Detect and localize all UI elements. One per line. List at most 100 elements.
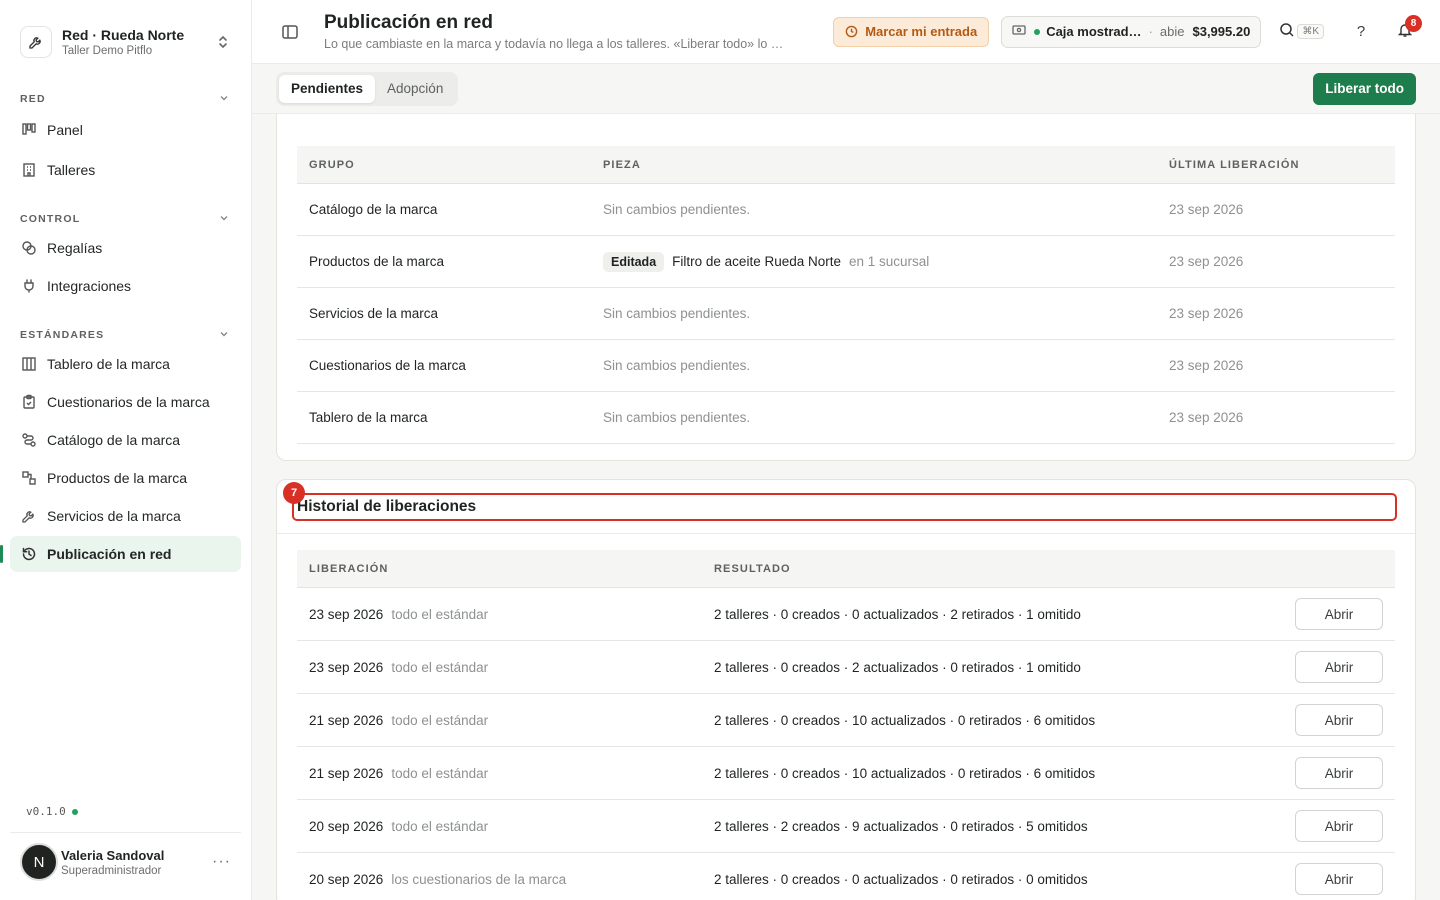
sidebar-item-talleres[interactable]: Talleres xyxy=(10,152,241,188)
annotation-marker: 7 xyxy=(283,482,305,504)
tab-pendientes[interactable]: Pendientes xyxy=(279,74,376,103)
sidebar-item-label: Productos de la marca xyxy=(47,470,188,486)
cash-register-selector[interactable]: Caja mostrad… · abie $3,995.20 xyxy=(1001,15,1262,48)
row-date: 23 sep 2026 xyxy=(1169,306,1244,321)
sidebar-item-productos[interactable]: Productos de la marca xyxy=(10,460,241,496)
sidebar-item-integraciones[interactable]: Integraciones xyxy=(10,268,241,304)
row-piece: Sin cambios pendientes. xyxy=(603,358,751,373)
table-row: 21 sep 2026 todo el estándar 2 talleres ·… xyxy=(297,694,1395,747)
release-result: 2 talleres · 0 creados · 10 actualizados… xyxy=(714,765,1096,781)
sidebar-item-cuestionarios[interactable]: Cuestionarios de la marca xyxy=(10,384,241,420)
release-date: 20 sep 2026 xyxy=(309,871,384,887)
row-piece: Sin cambios pendientes. xyxy=(603,202,751,217)
search-button[interactable]: ⌘K xyxy=(1279,17,1324,47)
table-header: LIBERACIÓN RESULTADO xyxy=(297,550,1395,588)
table-row: Cuestionarios de la marca Sin cambios pe… xyxy=(297,340,1395,392)
sidebar-item-label: Servicios de la marca xyxy=(47,508,181,524)
table-row: 20 sep 2026 los cuestionarios de la marca… xyxy=(297,853,1395,900)
column-header-last-release: ÚLTIMA LIBERACIÓN xyxy=(1169,158,1300,171)
more-horizontal-icon[interactable]: ··· xyxy=(212,853,231,871)
open-button[interactable]: Abrir xyxy=(1295,810,1383,842)
nav-section-estandares: ESTÁNDARES Tablero de la marca Cuestiona… xyxy=(0,326,251,572)
row-group: Catálogo de la marca xyxy=(309,202,438,217)
open-button[interactable]: Abrir xyxy=(1295,863,1383,895)
history-icon xyxy=(20,545,38,563)
row-group: Productos de la marca xyxy=(309,254,445,269)
release-result: 2 talleres · 0 creados · 2 actualizados … xyxy=(714,659,1081,675)
cash-name: Caja mostrad… xyxy=(1046,24,1142,39)
sidebar-item-panel[interactable]: Panel xyxy=(10,112,241,148)
release-scope: todo el estándar xyxy=(391,818,489,834)
nav-section-label: RED xyxy=(20,93,46,105)
sidebar-item-label: Publicación en red xyxy=(47,546,172,562)
row-date: 23 sep 2026 xyxy=(1169,358,1244,373)
wrench-icon xyxy=(20,26,52,58)
version-text: v0.1.0 xyxy=(26,805,66,818)
nav-section-header[interactable]: RED xyxy=(0,90,251,108)
user-menu[interactable]: N Valeria Sandoval Superadministrador ··… xyxy=(10,832,241,881)
tab-adopcion[interactable]: Adopción xyxy=(375,75,455,103)
route-icon xyxy=(20,431,38,449)
chevron-down-icon xyxy=(219,329,229,342)
table-row: Productos de la marca Editada Filtro de … xyxy=(297,236,1395,288)
table-row: 23 sep 2026 todo el estándar 2 talleres ·… xyxy=(297,641,1395,694)
column-header-piece: PIEZA xyxy=(603,158,641,171)
help-button[interactable]: ? xyxy=(1346,17,1376,47)
separator: · xyxy=(1148,24,1153,39)
row-group: Cuestionarios de la marca xyxy=(309,358,466,373)
row-date: 23 sep 2026 xyxy=(1169,202,1244,217)
notification-count-badge: 8 xyxy=(1405,14,1422,32)
row-group: Servicios de la marca xyxy=(309,306,439,321)
open-button[interactable]: Abrir xyxy=(1295,757,1383,789)
sidebar-item-publicacion[interactable]: Publicación en red xyxy=(0,536,241,572)
sidebar-item-servicios[interactable]: Servicios de la marca xyxy=(10,498,241,534)
sidebar-item-label: Panel xyxy=(47,122,83,138)
release-date: 23 sep 2026 xyxy=(309,659,384,675)
mark-entry-label: Marcar mi entrada xyxy=(865,24,978,39)
page-title: Publicación en red xyxy=(324,12,493,33)
topbar: Publicación en red Lo que cambiaste en l… xyxy=(252,0,1440,64)
status-dot xyxy=(1034,28,1041,35)
version-label: v0.1.0 xyxy=(26,805,78,818)
sidebar-item-label: Talleres xyxy=(47,162,96,178)
sidebar-item-label: Catálogo de la marca xyxy=(47,432,181,448)
release-all-button[interactable]: Liberar todo xyxy=(1313,72,1416,105)
table-row: Tablero de la marca Sin cambios pendient… xyxy=(297,392,1395,444)
kanban-icon xyxy=(20,121,38,139)
sidebar-item-catalogo[interactable]: Catálogo de la marca xyxy=(10,422,241,458)
nav-section-header[interactable]: ESTÁNDARES xyxy=(0,326,251,344)
column-header-release: LIBERACIÓN xyxy=(309,562,389,575)
sidebar-toggle-icon[interactable] xyxy=(280,22,300,42)
table-header: GRUPO PIEZA ÚLTIMA LIBERACIÓN xyxy=(297,146,1395,184)
nav-section-header[interactable]: CONTROL xyxy=(0,210,251,228)
release-date: 23 sep 2026 xyxy=(309,606,384,622)
mark-entry-button[interactable]: Marcar mi entrada xyxy=(833,16,990,47)
row-piece: Sin cambios pendientes. xyxy=(603,410,751,425)
table-row: 21 sep 2026 todo el estándar 2 talleres ·… xyxy=(297,747,1395,800)
org-name: Red · Rueda Norte xyxy=(62,27,185,43)
open-button[interactable]: Abrir xyxy=(1295,598,1383,630)
row-piece: Editada Filtro de aceite Rueda Norte en … xyxy=(591,251,1157,272)
table-row: Catálogo de la marca Sin cambios pendien… xyxy=(297,184,1395,236)
open-button[interactable]: Abrir xyxy=(1295,704,1383,736)
release-date: 21 sep 2026 xyxy=(309,765,384,781)
notifications-button[interactable]: 8 xyxy=(1390,14,1422,47)
sidebar-item-regalias[interactable]: Regalías xyxy=(10,230,241,266)
release-date: 21 sep 2026 xyxy=(309,712,384,728)
release-scope: todo el estándar xyxy=(391,659,489,675)
row-piece: Sin cambios pendientes. xyxy=(603,306,751,321)
status-dot xyxy=(71,808,78,815)
nav-section-label: CONTROL xyxy=(20,213,81,225)
open-button[interactable]: Abrir xyxy=(1295,651,1383,683)
release-scope: todo el estándar xyxy=(391,712,489,728)
cash-state: abie xyxy=(1159,24,1185,39)
org-switcher[interactable]: Red · Rueda Norte Taller Demo Pitflo xyxy=(0,0,251,66)
table-row: Servicios de la marca Sin cambios pendie… xyxy=(297,288,1395,340)
columns-icon xyxy=(20,355,38,373)
sidebar-item-label: Regalías xyxy=(47,240,103,256)
table-row: 20 sep 2026 todo el estándar 2 talleres ·… xyxy=(297,800,1395,853)
sidebar-item-tablero[interactable]: Tablero de la marca xyxy=(10,346,241,382)
release-result: 2 talleres · 0 creados · 0 actualizados … xyxy=(714,606,1081,622)
release-scope: todo el estándar xyxy=(391,606,489,622)
sidebar: Red · Rueda Norte Taller Demo Pitflo RED… xyxy=(0,0,252,900)
